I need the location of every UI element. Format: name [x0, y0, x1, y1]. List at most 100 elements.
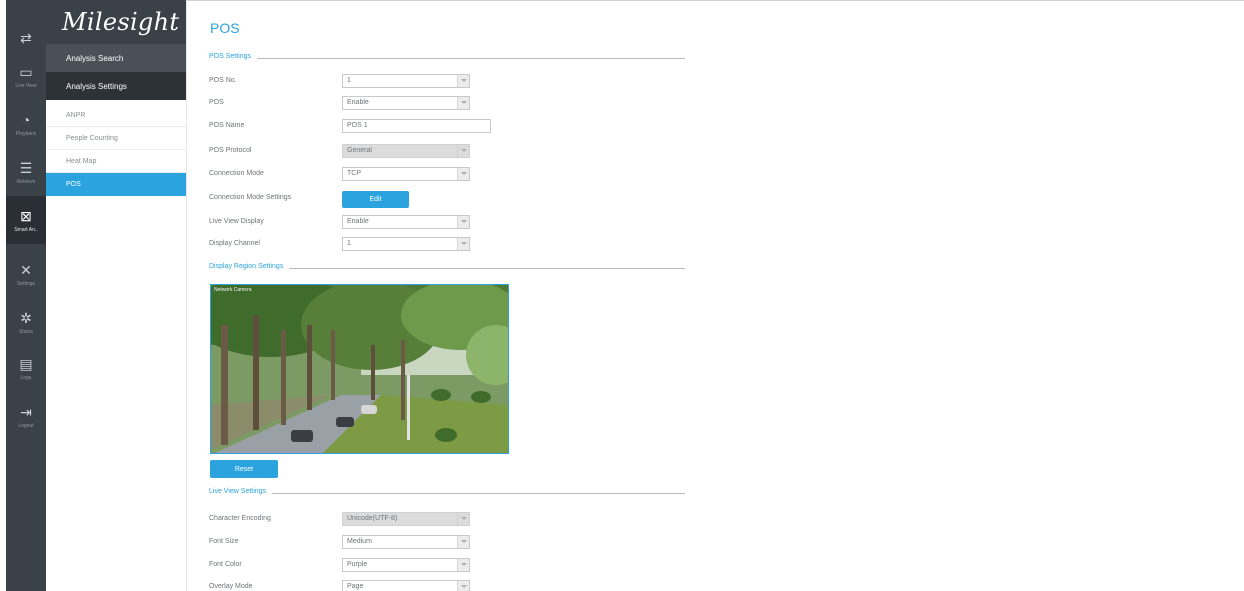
rail-label-logout: Logout: [18, 422, 34, 429]
menu-analysis-search[interactable]: Analysis Search: [46, 44, 186, 72]
retrieve-icon: ☰: [19, 159, 33, 176]
rail-label-retrieve: Retrieve: [16, 178, 36, 185]
page-title: POS: [210, 20, 240, 36]
chevron-down-icon: [457, 145, 469, 157]
rail-smart-analysis[interactable]: ⊠ Smart An..: [6, 196, 46, 244]
pos-protocol-select[interactable]: General: [342, 144, 470, 158]
label-pos-no: POS No.: [209, 77, 237, 84]
row-font-color: Font Color Purple: [209, 558, 669, 574]
label-pos-protocol: POS Protocol: [209, 147, 252, 154]
chevron-down-icon: [457, 168, 469, 180]
rail-retrieve[interactable]: ☰ Retrieve: [6, 148, 46, 196]
section-title-live-view-settings: Live View Settings: [209, 488, 273, 495]
chevron-down-icon: [457, 97, 469, 109]
live-view-icon: ▭: [19, 63, 33, 80]
font-size-select[interactable]: Medium: [342, 535, 470, 549]
menu-item-pos[interactable]: POS: [46, 173, 186, 196]
chevron-down-icon: [457, 238, 469, 250]
chevron-down-icon: [457, 536, 469, 548]
pos-enable-select[interactable]: Enable: [342, 96, 470, 110]
overlay-mode-select[interactable]: Page: [342, 580, 470, 591]
camera-preview[interactable]: Network Camera: [210, 284, 509, 454]
row-pos-name: POS Name POS 1: [209, 119, 669, 135]
label-live-view-display: Live View Display: [209, 218, 264, 225]
rail-settings[interactable]: ✕ Settings: [6, 250, 46, 298]
character-encoding-value: Unicode(UTF-8): [347, 515, 398, 522]
row-live-view-display: Live View Display Enable: [209, 215, 669, 231]
rail-label-logs: Logs: [20, 374, 32, 381]
logo-text: Milesight: [62, 8, 180, 36]
row-connection-mode-settings: Connection Mode Settings Edit: [209, 191, 669, 208]
label-pos: POS: [209, 99, 224, 106]
edit-button[interactable]: Edit: [342, 191, 409, 208]
section-divider: [209, 58, 685, 59]
reset-button[interactable]: Reset: [210, 460, 278, 478]
label-pos-name: POS Name: [209, 122, 245, 129]
row-pos: POS Enable: [209, 96, 669, 112]
rail-label-live-view: Live View: [15, 82, 37, 89]
rail-label-settings: Settings: [16, 280, 36, 287]
rail-status[interactable]: ✲ Status: [6, 298, 46, 346]
connection-mode-select[interactable]: TCP: [342, 167, 470, 181]
label-font-color: Font Color: [209, 561, 242, 568]
icon-rail: ⇄ ▭ Live View ◔ Playback ☰ Retrieve ⊠ Sm…: [6, 0, 46, 591]
font-color-select[interactable]: Purple: [342, 558, 470, 572]
logs-icon: ▤: [19, 355, 33, 372]
secondary-menu: Milesight Analysis Search Analysis Setti…: [46, 0, 187, 591]
display-channel-select[interactable]: 1: [342, 237, 470, 251]
rail-live-view[interactable]: ▭ Live View: [6, 52, 46, 100]
menu-analysis-settings[interactable]: Analysis Settings: [46, 72, 186, 100]
row-pos-protocol: POS Protocol General: [209, 144, 669, 160]
display-channel-value: 1: [347, 240, 351, 247]
chevron-down-icon: [457, 75, 469, 87]
osd-camera-name: Network Camera: [214, 287, 252, 293]
character-encoding-select[interactable]: Unicode(UTF-8): [342, 512, 470, 526]
chevron-down-icon: [457, 559, 469, 571]
top-divider: [187, 0, 1244, 1]
row-overlay-mode: Overlay Mode Page: [209, 580, 669, 591]
app-root: ⇄ ▭ Live View ◔ Playback ☰ Retrieve ⊠ Sm…: [0, 0, 1244, 591]
main-content: POS POS Settings POS No. 1 POS Enable PO…: [187, 0, 1244, 591]
pos-enable-value: Enable: [347, 99, 369, 106]
rail-playback[interactable]: ◔ Playback: [6, 100, 46, 148]
rail-logout[interactable]: ⇥ Logout: [6, 392, 46, 440]
rail-logs[interactable]: ▤ Logs: [6, 344, 46, 392]
rail-label-status: Status: [18, 328, 34, 335]
menu-item-anpr[interactable]: ANPR: [46, 104, 186, 127]
pos-no-value: 1: [347, 77, 351, 84]
section-display-region: Display Region Settings: [209, 263, 685, 273]
logout-icon: ⇥: [20, 403, 32, 420]
chevron-down-icon: [457, 513, 469, 525]
font-color-value: Purple: [347, 561, 368, 568]
label-font-size: Font Size: [209, 538, 239, 545]
section-divider: [209, 493, 685, 494]
font-size-value: Medium: [347, 538, 372, 545]
status-icon: ✲: [20, 309, 32, 326]
chevron-down-icon: [457, 581, 469, 591]
label-connection-mode: Connection Mode: [209, 170, 264, 177]
row-display-channel: Display Channel 1: [209, 237, 669, 253]
row-pos-no: POS No. 1: [209, 74, 669, 90]
pos-name-input[interactable]: POS 1: [342, 119, 491, 133]
connection-mode-value: TCP: [347, 170, 361, 177]
label-character-encoding: Character Encoding: [209, 515, 271, 522]
row-character-encoding: Character Encoding Unicode(UTF-8): [209, 512, 669, 528]
brand-logo: Milesight: [46, 0, 186, 44]
section-live-view-settings: Live View Settings: [209, 488, 685, 498]
switch-icon: ⇄: [20, 30, 32, 46]
live-view-display-value: Enable: [347, 218, 369, 225]
menu-item-heat-map[interactable]: Heat Map: [46, 150, 186, 173]
rail-label-smart-analysis: Smart An..: [14, 226, 38, 233]
chevron-down-icon: [457, 216, 469, 228]
pos-no-select[interactable]: 1: [342, 74, 470, 88]
menu-item-people-counting[interactable]: People Counting: [46, 127, 186, 150]
rail-label-playback: Playback: [15, 130, 37, 137]
section-pos-settings: POS Settings: [209, 53, 685, 63]
section-title-pos-settings: POS Settings: [209, 53, 258, 60]
live-view-display-select[interactable]: Enable: [342, 215, 470, 229]
label-display-channel: Display Channel: [209, 240, 260, 247]
overlay-mode-value: Page: [347, 583, 364, 590]
camera-scene-image: [211, 285, 508, 453]
settings-icon: ✕: [20, 261, 32, 278]
smart-analysis-icon: ⊠: [20, 207, 32, 224]
